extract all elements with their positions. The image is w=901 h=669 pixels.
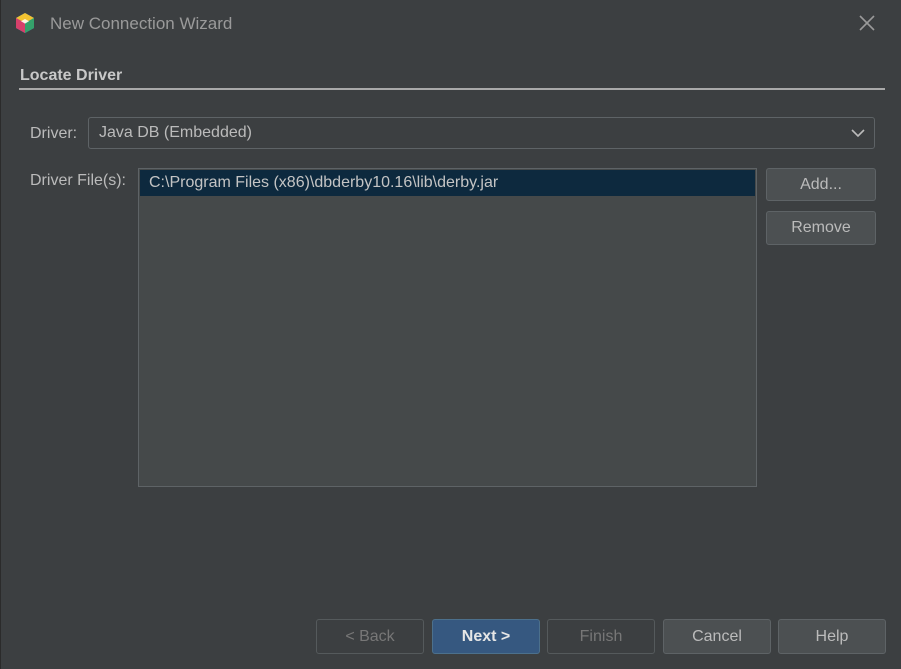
chevron-down-icon <box>851 129 865 138</box>
list-item-text: C:\Program Files (x86)\dbderby10.16\lib\… <box>149 174 499 191</box>
add-button-label: Add... <box>800 176 842 193</box>
finish-button-label: Finish <box>579 628 623 645</box>
add-button[interactable]: Add... <box>766 168 876 201</box>
driver-files-label: Driver File(s): <box>30 172 126 189</box>
title-bar: New Connection Wizard <box>1 0 901 48</box>
section-divider <box>19 88 885 90</box>
driver-files-list[interactable]: C:\Program Files (x86)\dbderby10.16\lib\… <box>138 168 757 487</box>
back-button[interactable]: < Back <box>316 619 424 654</box>
cancel-button-label: Cancel <box>692 628 742 645</box>
next-button-label: Next > <box>461 628 511 645</box>
help-button[interactable]: Help <box>778 619 886 654</box>
driver-label: Driver: <box>30 125 78 142</box>
remove-button-label: Remove <box>791 219 851 236</box>
cancel-button[interactable]: Cancel <box>663 619 771 654</box>
finish-button[interactable]: Finish <box>547 619 655 654</box>
section-title: Locate Driver <box>20 67 123 84</box>
netbeans-cube-icon <box>16 13 34 33</box>
back-button-label: < Back <box>345 628 395 645</box>
wizard-dialog: New Connection Wizard Locate Driver Driv… <box>0 0 901 669</box>
remove-button[interactable]: Remove <box>766 211 876 245</box>
next-button[interactable]: Next > <box>432 619 540 654</box>
list-item[interactable]: C:\Program Files (x86)\dbderby10.16\lib\… <box>140 170 755 196</box>
help-button-label: Help <box>815 628 849 645</box>
window-title: New Connection Wizard <box>50 14 233 33</box>
driver-select[interactable]: Java DB (Embedded) <box>88 117 875 149</box>
close-icon[interactable] <box>853 9 881 37</box>
driver-select-value: Java DB (Embedded) <box>99 124 252 141</box>
